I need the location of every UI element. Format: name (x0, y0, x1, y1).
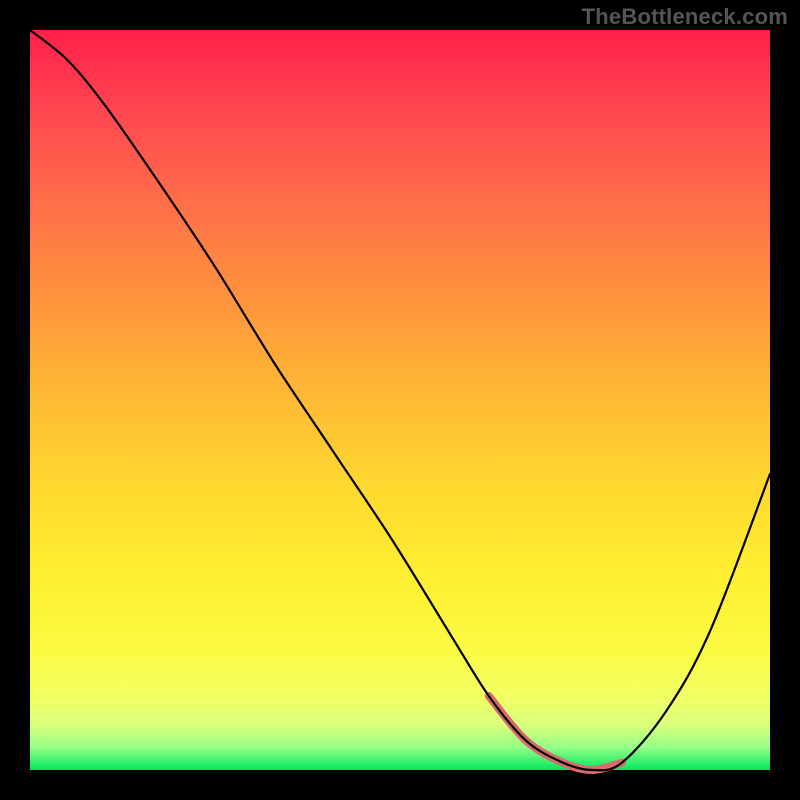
watermark-text: TheBottleneck.com (582, 4, 788, 30)
plot-area (30, 30, 770, 770)
chart-svg (30, 30, 770, 770)
chart-frame: TheBottleneck.com (0, 0, 800, 800)
curve-line (30, 30, 770, 770)
